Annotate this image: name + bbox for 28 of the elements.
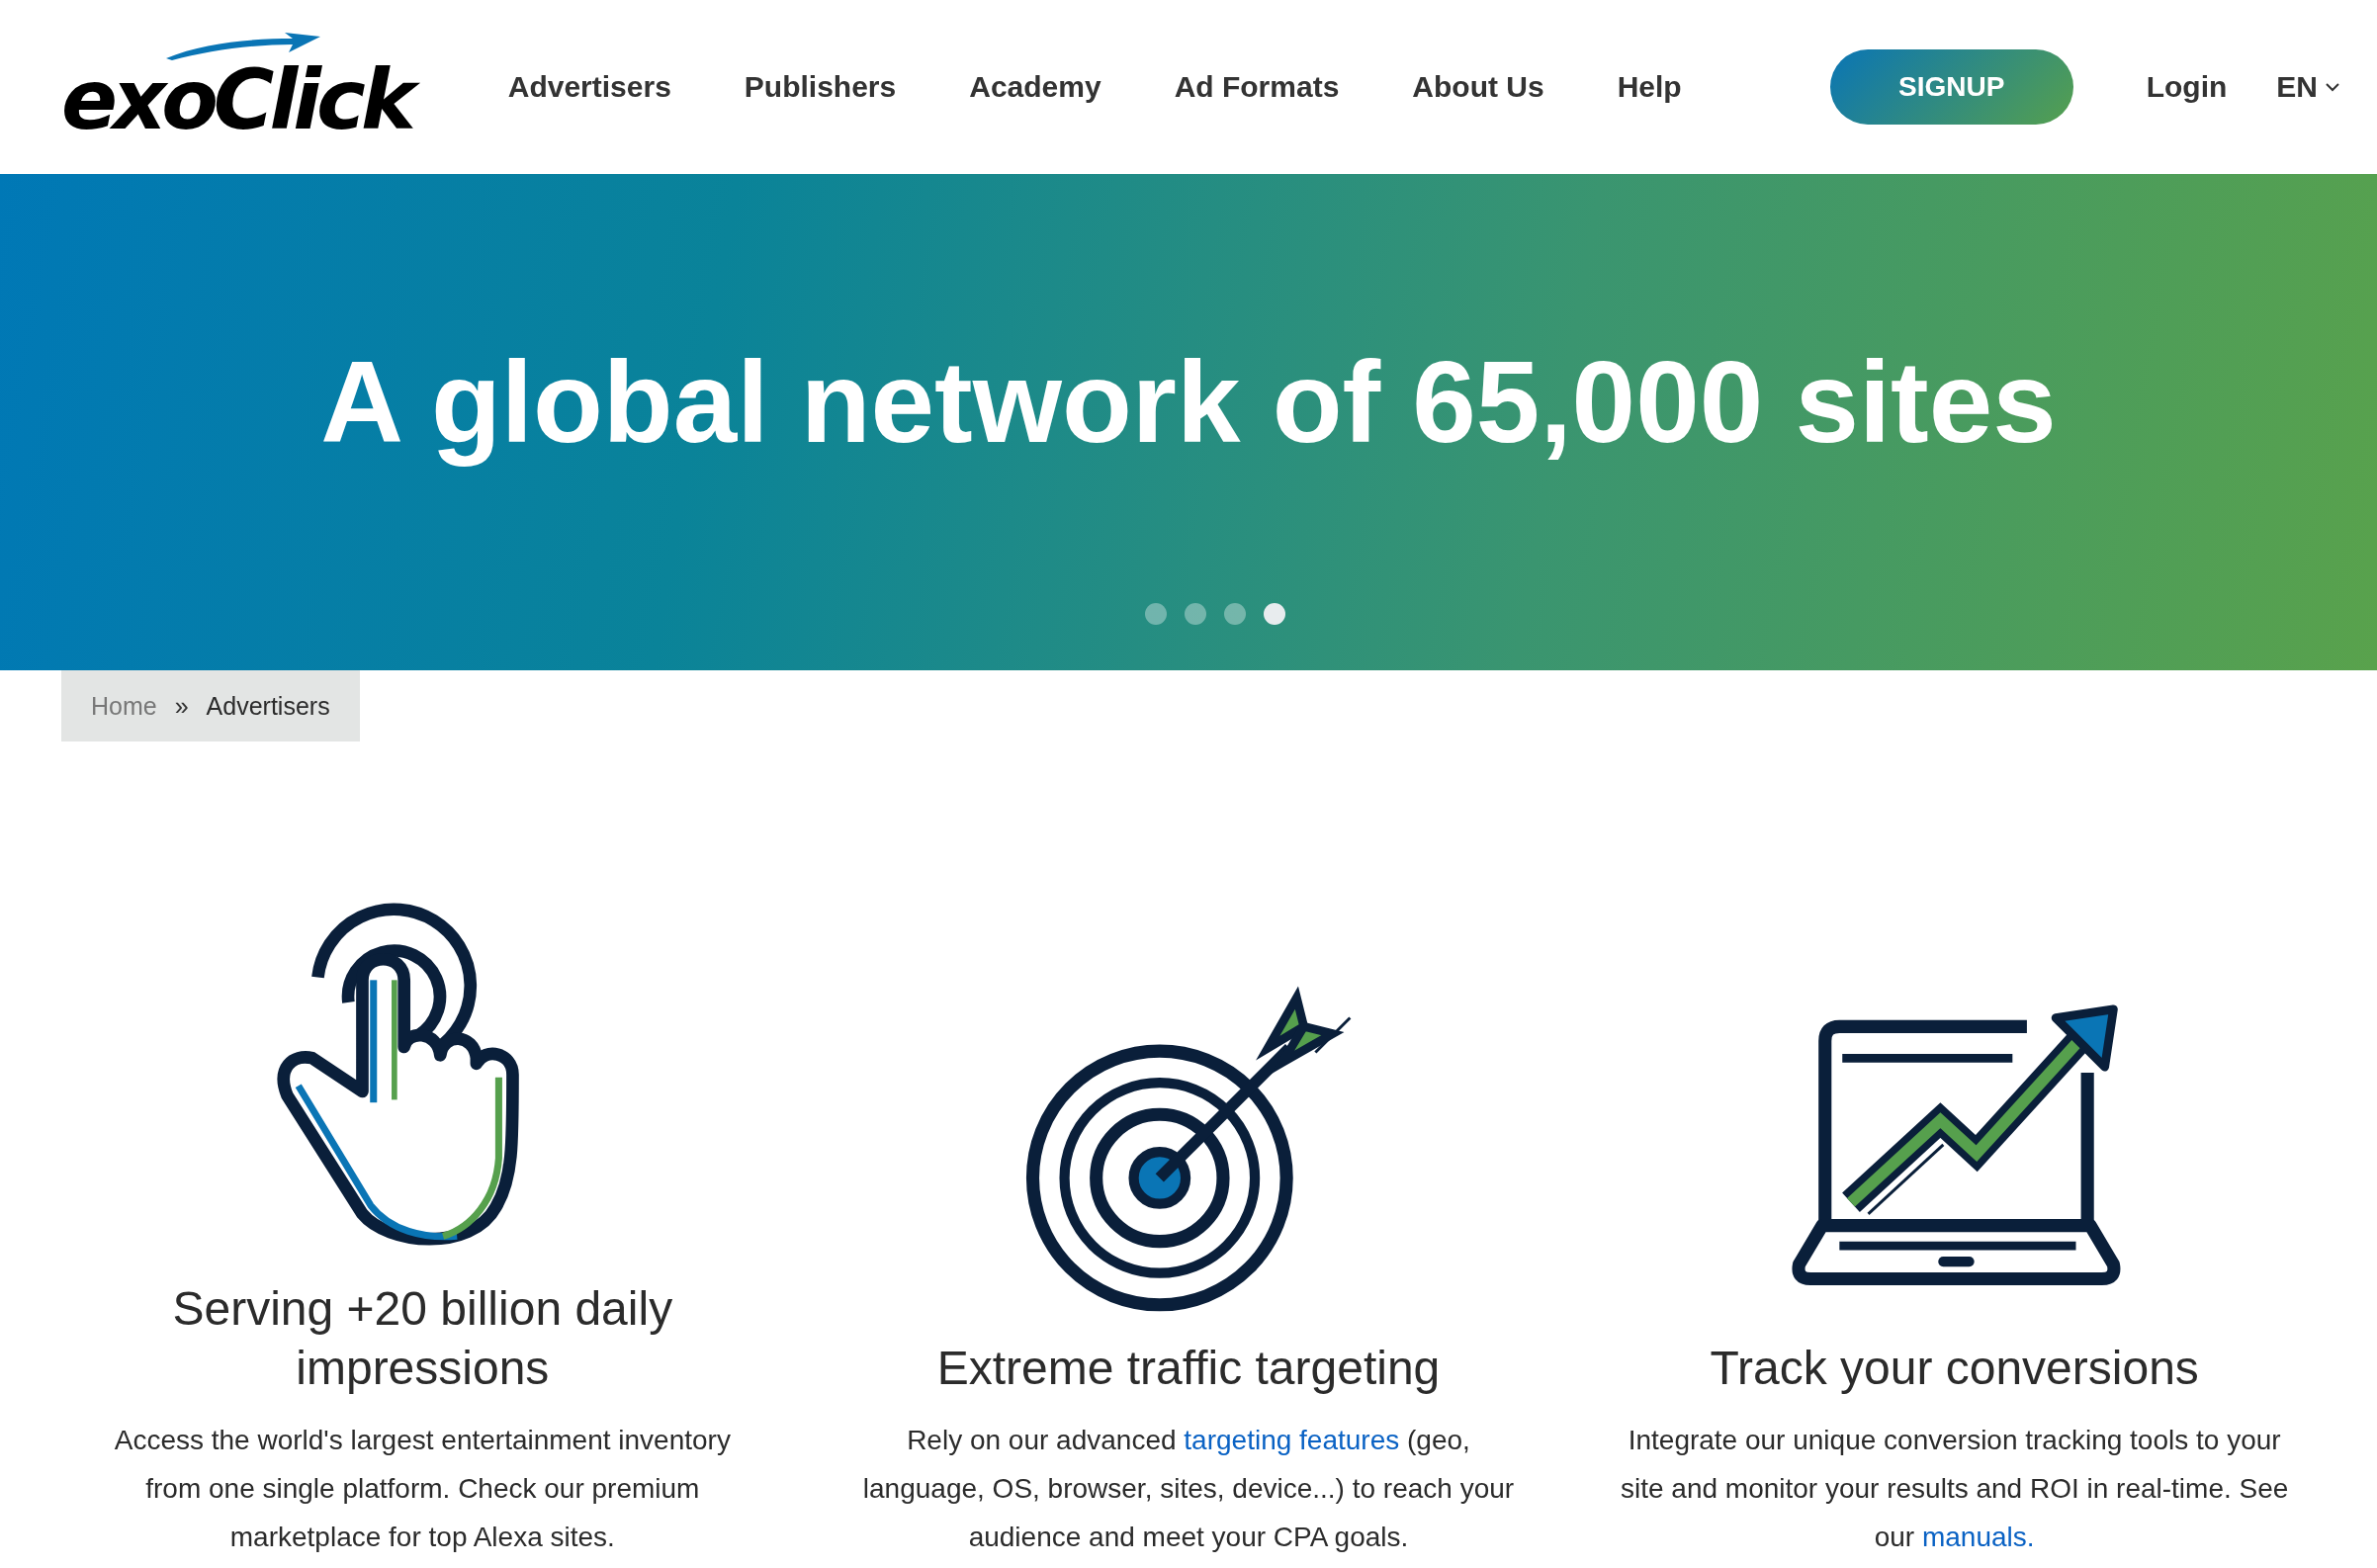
nav-link[interactable]: Academy [969, 70, 1101, 104]
nav-link[interactable]: Ad Formats [1174, 70, 1340, 104]
slide-dot[interactable] [1264, 603, 1285, 625]
breadcrumb-link[interactable]: Advertisers [206, 691, 330, 721]
slide-dot[interactable] [1224, 603, 1246, 625]
slide-dot[interactable] [1145, 603, 1167, 625]
breadcrumb-separator: » [174, 691, 189, 721]
feature-title: Track your conversions [1709, 1341, 2200, 1396]
logo-text: exoClick [61, 56, 425, 143]
login-link[interactable]: Login [2146, 70, 2228, 104]
feature-description: Rely on our advanced targeting features (geo, language, OS, browser, sites, device...) to reach your audience and meet your CPA goals. [861, 1424, 1516, 1554]
breadcrumb-link[interactable]: Home [91, 691, 157, 721]
slide-dot[interactable] [1185, 603, 1206, 625]
nav-link[interactable]: Advertisers [507, 70, 671, 104]
feature-description: Access the world's largest entertainment inventory from one single platform. Check our premium marketplace for top Alexa sites. [113, 1424, 732, 1554]
feature-title: Serving +20 billion daily impressions [171, 1281, 674, 1396]
feature-description: Integrate our unique conversion tracking tools to your site and monitor your results and ROI in real-time. See our manuals. [1619, 1424, 2290, 1554]
chevron-down-icon [2326, 82, 2339, 92]
language-selector[interactable]: EN [2276, 70, 2339, 104]
text-link[interactable]: manuals. [1921, 1522, 2035, 1552]
signup-button[interactable]: SIGNUP [1829, 49, 2073, 125]
feature-title: Extreme traffic targeting [935, 1341, 1442, 1396]
nav-link[interactable]: Publishers [744, 70, 897, 104]
logo[interactable]: exoClick [61, 31, 439, 143]
text-link[interactable]: targeting features [1184, 1425, 1400, 1455]
hero-title: A global network of 65,000 sites [320, 337, 2057, 469]
nav-link[interactable]: About Us [1412, 70, 1544, 104]
nav-link[interactable]: Help [1617, 70, 1682, 104]
